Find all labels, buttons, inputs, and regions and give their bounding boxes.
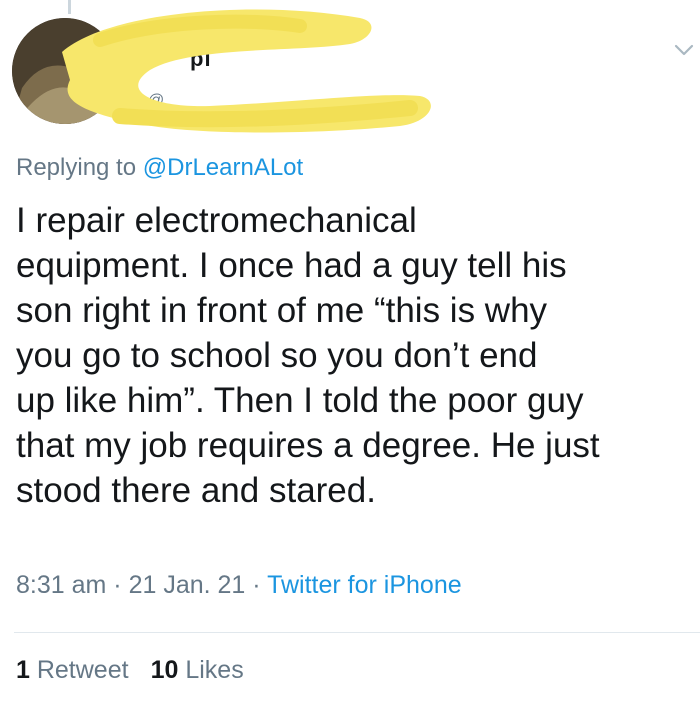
reply-mention-link[interactable]: @DrLearnALot [143, 154, 303, 181]
engagement-stats: 1 Retweet 10 Likes [16, 656, 244, 685]
author-handle[interactable]: @ [148, 92, 164, 110]
tweet-text: I repair electromechanical equipment. I … [16, 201, 600, 510]
avatar-image [12, 18, 118, 124]
tweet-source-link[interactable]: Twitter for iPhone [267, 571, 462, 599]
tweet-metadata: 8:31 am · 21 Jan. 21 · Twitter for iPhon… [16, 571, 462, 600]
avatar[interactable] [12, 18, 118, 124]
replying-prefix: Replying to [16, 154, 143, 181]
meta-separator: · [245, 571, 268, 599]
retweets-link[interactable]: 1 Retweet [16, 656, 129, 684]
replying-to: Replying to @DrLearnALot [16, 154, 303, 182]
meta-separator: · [106, 571, 129, 599]
retweet-label: Retweet [29, 656, 129, 684]
chevron-down-icon[interactable] [672, 40, 696, 60]
like-label: Likes [178, 656, 244, 684]
thread-connector-line [68, 0, 71, 14]
likes-link[interactable]: 10 Likes [151, 656, 244, 684]
tweet-date[interactable]: 21 Jan. 21 [129, 571, 246, 599]
like-count: 10 [150, 656, 179, 684]
author-name[interactable]: pi [190, 46, 212, 72]
retweet-count: 1 [16, 656, 30, 684]
divider [14, 632, 700, 633]
tweet-time[interactable]: 8:31 am [16, 571, 106, 599]
